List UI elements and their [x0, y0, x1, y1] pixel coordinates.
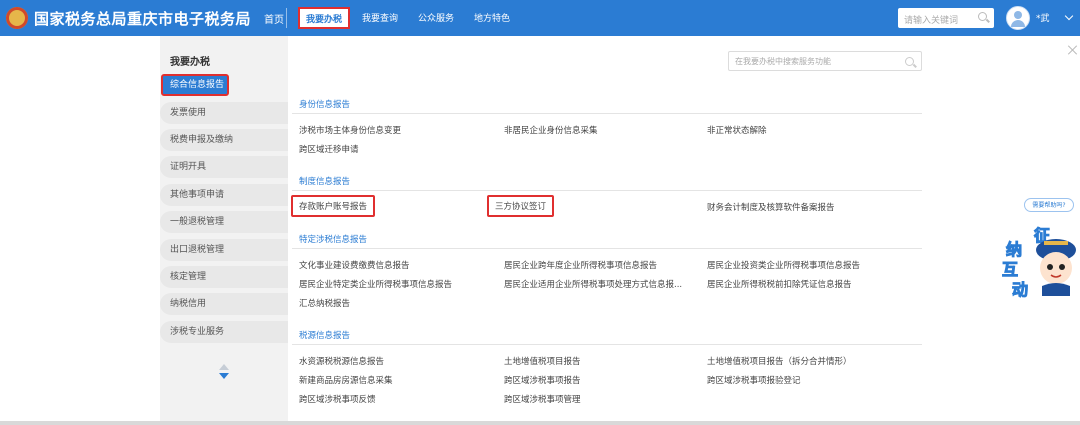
link-kuaquyu-qianyi[interactable]: 跨区域迁移申请: [299, 143, 359, 155]
sidebar-item-zhuanye[interactable]: 涉税专业服务: [160, 321, 288, 343]
section-title-teding: 特定涉税信息报告: [299, 235, 368, 245]
link-touzilei[interactable]: 居民企业投资类企业所得税事项信息报告: [707, 259, 860, 271]
nav-divider: [286, 8, 287, 28]
arrow-down-icon[interactable]: [219, 373, 229, 379]
link-kuaquyu-baogao[interactable]: 跨区域涉税事项报告: [504, 374, 581, 386]
link-feizhengchang-jiechu[interactable]: 非正常状态解除: [707, 124, 767, 136]
link-feijumin-caiji[interactable]: 非居民企业身份信息采集: [504, 124, 598, 136]
link-xinjian-fangyuan[interactable]: 新建商品房房源信息采集: [299, 374, 393, 386]
search-icon[interactable]: [905, 57, 914, 66]
sidebar-scroll-control[interactable]: [218, 364, 230, 386]
close-icon[interactable]: [1068, 45, 1078, 55]
bottom-scrollbar[interactable]: [0, 421, 1080, 425]
section-divider: [292, 344, 922, 345]
mascot-icon[interactable]: 征 纳 互 动: [1001, 222, 1080, 302]
link-tedinglei[interactable]: 居民企业特定类企业所得税事项信息报告: [299, 278, 452, 290]
link-kuaquyu-guanli[interactable]: 跨区域涉税事项管理: [504, 393, 581, 405]
nav-tab-gongzhong[interactable]: 公众服务: [418, 11, 454, 24]
emblem-logo: [6, 7, 28, 29]
main-search-box: [728, 51, 922, 71]
mascot-char-dong: 动: [1011, 280, 1029, 300]
nav-tab-chaxun[interactable]: 我要查询: [362, 11, 398, 24]
arrow-up-icon[interactable]: [219, 364, 229, 370]
link-tudi-chaifen[interactable]: 土地增值税项目报告（拆分合并情形）: [707, 355, 852, 367]
link-kouchu-pingzheng[interactable]: 居民企业所得税税前扣除凭证信息报告: [707, 278, 852, 290]
sidebar-item-fapiao[interactable]: 发票使用: [160, 102, 288, 124]
link-shenfen-biangeng[interactable]: 涉税市场主体身份信息变更: [299, 124, 401, 136]
search-icon[interactable]: [978, 12, 987, 21]
section-divider: [292, 248, 922, 249]
sidebar-title: 我要办税: [170, 57, 210, 68]
sidebar-item-tuishui[interactable]: 一般退税管理: [160, 211, 288, 233]
section-title-shuiyuan: 税源信息报告: [299, 331, 351, 341]
section-title-zhidu: 制度信息报告: [299, 177, 351, 187]
link-kuaquyu-baoyan[interactable]: 跨区域涉税事项报验登记: [707, 374, 801, 386]
nav-tab-banshui[interactable]: 我要办税: [298, 7, 351, 29]
site-title[interactable]: 国家税务总局重庆市电子税务局: [34, 8, 251, 29]
sidebar-item-xinyong[interactable]: 纳税信用: [160, 293, 288, 315]
sidebar-item-qita[interactable]: 其他事项申请: [160, 184, 288, 206]
sidebar-item-zonghe[interactable]: 综合信息报告: [161, 74, 229, 96]
chevron-down-icon[interactable]: [1064, 11, 1074, 21]
top-bar: 国家税务总局重庆市电子税务局 首页 我要办税 我要查询 公众服务 地方特色 *武: [0, 0, 1080, 36]
link-caiwu-kuaiji[interactable]: 财务会计制度及核算软件备案报告: [707, 201, 835, 213]
link-sanfang-xieyi[interactable]: 三方协议签订: [487, 195, 555, 217]
link-huizong-nashui[interactable]: 汇总纳税报告: [299, 297, 350, 309]
sidebar-item-chukou[interactable]: 出口退税管理: [160, 239, 288, 261]
link-shuiziyuan[interactable]: 水资源税税源信息报告: [299, 355, 384, 367]
sidebar-item-heding[interactable]: 核定管理: [160, 266, 288, 288]
header-search-input[interactable]: [904, 12, 974, 30]
link-kuaquyu-fankui[interactable]: 跨区域涉税事项反馈: [299, 393, 376, 405]
nav-tab-difang[interactable]: 地方特色: [474, 11, 510, 24]
sidebar-item-zhengming[interactable]: 证明开具: [160, 156, 288, 178]
help-bubble[interactable]: 需要帮助吗?: [1024, 198, 1074, 212]
link-tudi-zengzhi[interactable]: 土地增值税项目报告: [504, 355, 581, 367]
header-search-box: [898, 8, 994, 30]
sidebar: 我要办税 综合信息报告 发票使用 税费申报及缴纳 证明开具 其他事项申请 一般退…: [160, 36, 288, 425]
link-cunkuan-zhanghao[interactable]: 存款账户账号报告: [291, 195, 376, 217]
nav-home[interactable]: 首页: [264, 11, 284, 26]
link-kuaniandu[interactable]: 居民企业跨年度企业所得税事项信息报告: [504, 259, 657, 271]
link-wenhua-shiye[interactable]: 文化事业建设费缴费信息报告: [299, 259, 410, 271]
avatar-icon[interactable]: [1006, 6, 1030, 30]
link-chuli-fangshi[interactable]: 居民企业适用企业所得税事项处理方式信息报...: [504, 278, 682, 290]
section-divider: [292, 113, 922, 114]
sidebar-item-shenbao[interactable]: 税费申报及缴纳: [160, 129, 288, 151]
section-divider: [292, 190, 922, 191]
user-name[interactable]: *武: [1036, 11, 1050, 24]
section-title-shenfen: 身份信息报告: [299, 100, 351, 110]
main-search-input[interactable]: [735, 53, 895, 69]
mascot-face-icon: [1036, 239, 1076, 296]
